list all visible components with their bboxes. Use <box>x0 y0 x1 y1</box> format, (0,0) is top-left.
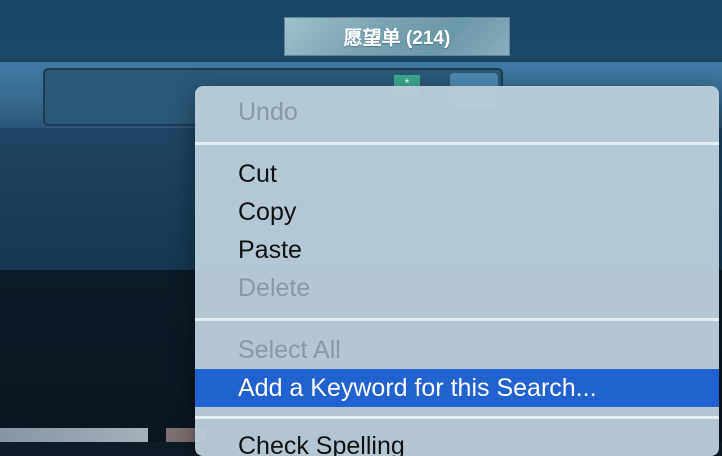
menu-item-paste[interactable]: Paste <box>195 231 719 269</box>
menu-item-delete[interactable]: Delete <box>195 269 719 307</box>
game-thumbnail[interactable] <box>0 428 148 442</box>
menu-separator <box>195 318 719 321</box>
menu-separator <box>195 142 719 145</box>
menu-item-copy[interactable]: Copy <box>195 193 719 231</box>
context-menu: Undo Cut Copy Paste Delete Select All Ad… <box>195 86 719 456</box>
menu-separator <box>195 416 719 419</box>
menu-item-undo[interactable]: Undo <box>195 93 719 131</box>
wishlist-button[interactable]: 愿望单 (214) <box>284 17 510 56</box>
menu-item-add-keyword[interactable]: Add a Keyword for this Search... <box>195 369 719 407</box>
menu-item-select-all[interactable]: Select All <box>195 331 719 369</box>
menu-item-cut[interactable]: Cut <box>195 155 719 193</box>
